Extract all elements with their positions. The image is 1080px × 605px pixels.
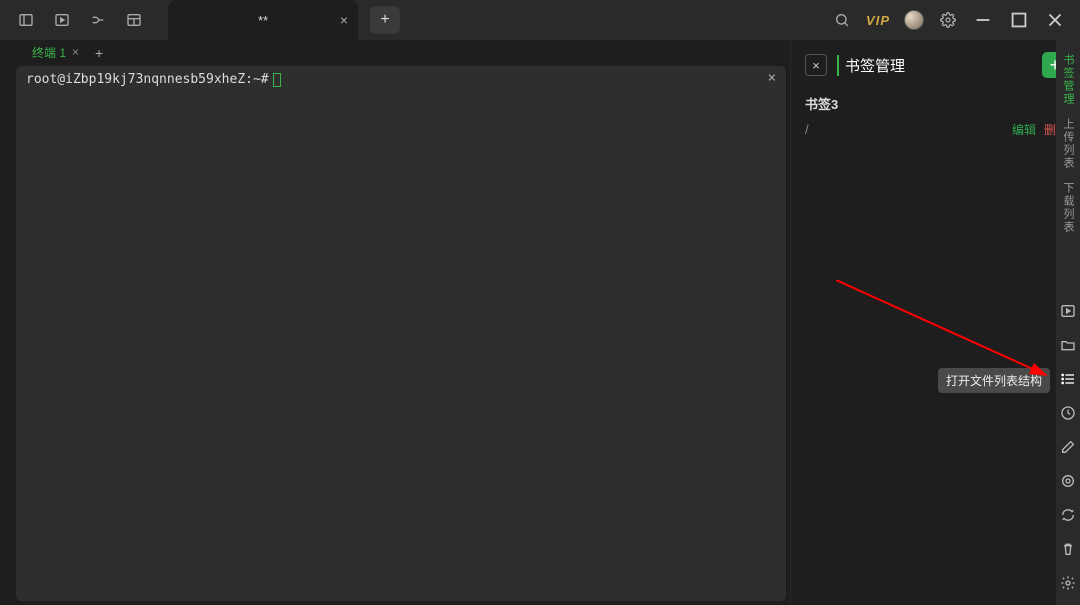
list-icon[interactable] (1060, 371, 1076, 387)
bookmark-name: 书签3 (805, 94, 1068, 113)
layout-icon[interactable] (124, 10, 144, 30)
prompt-text: root@iZbp19kj73nqnnesb59xheZ:~# (26, 72, 269, 87)
gear-icon[interactable] (1060, 575, 1076, 591)
side-rail: 书签管理 上传列表 下载列表 (1056, 40, 1080, 605)
rail-tab-bookmarks[interactable]: 书签管理 (1060, 48, 1076, 112)
tab-label: ** (258, 13, 268, 28)
vip-badge[interactable]: VIP (866, 13, 890, 28)
add-terminal-button[interactable]: + (95, 45, 103, 61)
play-icon[interactable] (52, 10, 72, 30)
plus-icon: + (380, 11, 389, 29)
bookmark-header: × 书签管理 + (805, 52, 1068, 78)
main-area: 终端 1 × + × root@iZbp19kj73nqnnesb59xheZ:… (16, 40, 790, 605)
minimize-button[interactable] (972, 9, 994, 31)
clock-icon[interactable] (1060, 405, 1076, 421)
panel-close-button[interactable]: × (805, 54, 827, 76)
terminal-tab[interactable]: 终端 1 × (26, 44, 85, 63)
panel-icon[interactable] (16, 10, 36, 30)
rail-tab-downloads[interactable]: 下载列表 (1060, 176, 1076, 240)
play-square-icon[interactable] (1060, 303, 1076, 319)
title-bar: ** × + VIP (0, 0, 1080, 40)
left-gutter (0, 40, 16, 605)
titlebar-right: VIP (832, 9, 1072, 31)
settings-icon[interactable] (938, 10, 958, 30)
search-icon[interactable] (832, 10, 852, 30)
close-button[interactable] (1044, 9, 1066, 31)
body-row: 终端 1 × + × root@iZbp19kj73nqnnesb59xheZ:… (0, 40, 1080, 605)
cursor-icon (273, 73, 281, 87)
add-tab-button[interactable]: + (370, 6, 400, 34)
trash-icon[interactable] (1060, 541, 1076, 557)
terminal-tabs: 终端 1 × + (16, 40, 790, 66)
maximize-button[interactable] (1008, 9, 1030, 31)
panel-title: 书签管理 (837, 55, 905, 76)
folder-icon[interactable] (1060, 337, 1076, 353)
bookmark-item[interactable]: 书签3 / 编辑 删除 (805, 94, 1068, 138)
terminal-tab-label: 终端 1 (32, 44, 66, 61)
app-tabs: ** × + (168, 0, 400, 40)
refresh-icon[interactable] (1060, 507, 1076, 523)
rail-tab-uploads[interactable]: 上传列表 (1060, 112, 1076, 176)
edit-button[interactable]: 编辑 (1012, 121, 1036, 138)
bookmark-panel: × 书签管理 + 书签3 / 编辑 删除 (790, 40, 1080, 605)
prompt-line: root@iZbp19kj73nqnnesb59xheZ:~# (26, 72, 776, 87)
tooltip: 打开文件列表结构 (938, 368, 1050, 393)
terminal-body[interactable]: × root@iZbp19kj73nqnnesb59xheZ:~# (16, 66, 786, 601)
avatar[interactable] (904, 10, 924, 30)
close-icon[interactable]: × (340, 12, 348, 28)
bookmark-row: / 编辑 删除 (805, 121, 1068, 138)
app-tab[interactable]: ** × (168, 0, 358, 40)
bookmark-path: / (805, 122, 809, 137)
rail-icons (1060, 303, 1076, 605)
target-icon[interactable] (1060, 473, 1076, 489)
terminal-close-icon[interactable]: × (768, 70, 776, 86)
merge-icon[interactable] (88, 10, 108, 30)
close-icon[interactable]: × (72, 45, 79, 59)
sidebar-toggle-group (8, 10, 152, 30)
edit-icon[interactable] (1060, 439, 1076, 455)
